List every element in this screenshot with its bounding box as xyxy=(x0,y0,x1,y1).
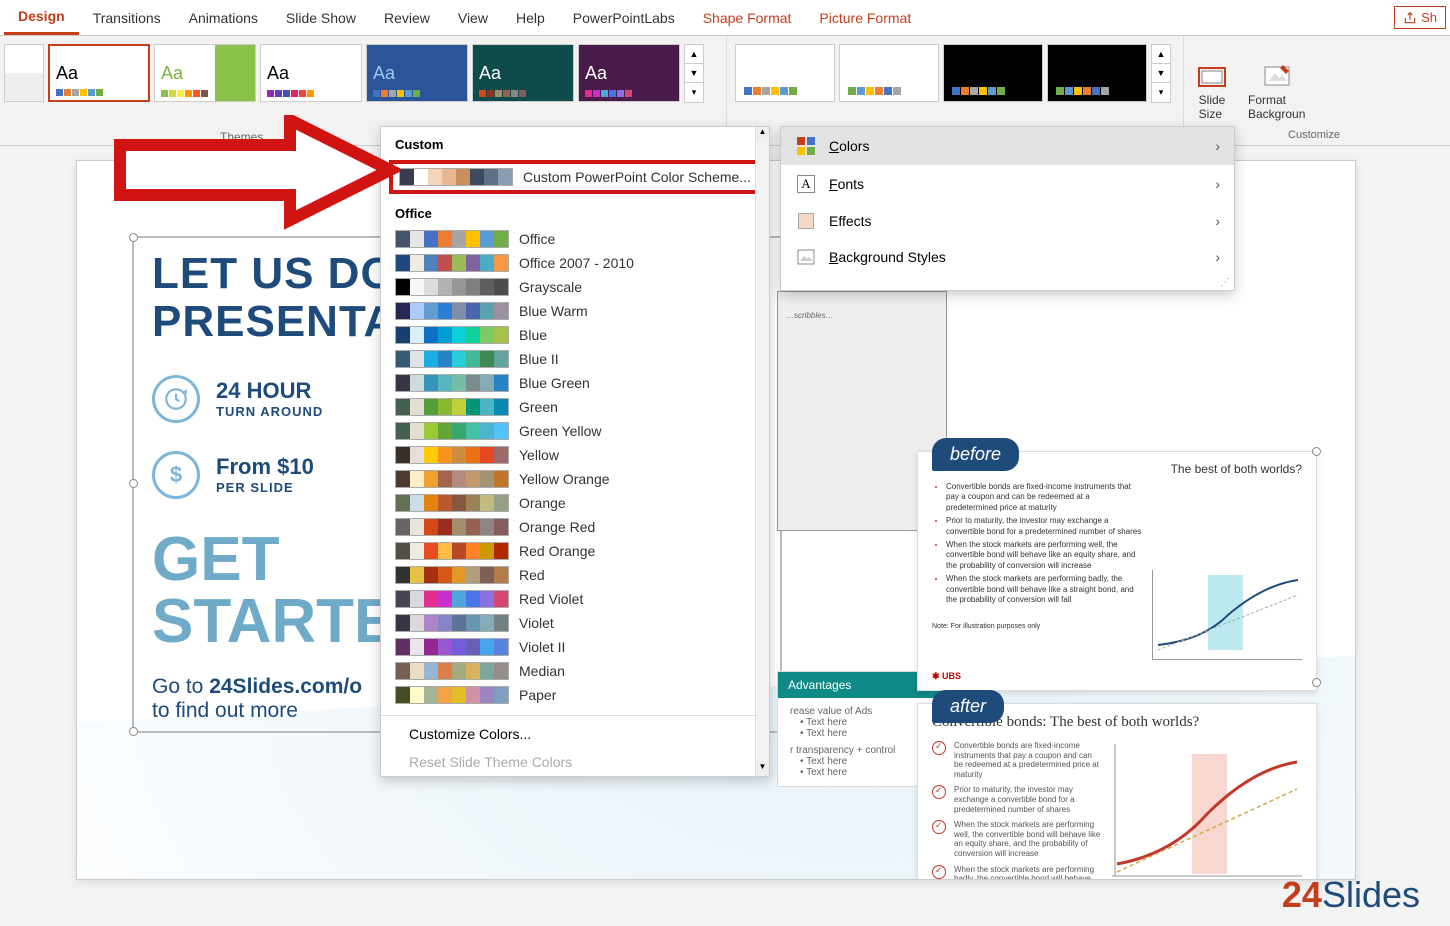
variants-more[interactable]: ▾ xyxy=(1152,83,1170,102)
color-scheme-red-violet[interactable]: Red Violet xyxy=(381,587,769,611)
color-scheme-orange[interactable]: Orange xyxy=(381,491,769,515)
reset-theme-colors: Reset Slide Theme Colors xyxy=(381,748,769,776)
tab-view[interactable]: View xyxy=(444,2,502,34)
share-button[interactable]: Sh xyxy=(1394,6,1446,29)
tab-slideshow[interactable]: Slide Show xyxy=(272,2,370,34)
selection-handle[interactable] xyxy=(1312,447,1321,456)
chevron-right-icon: › xyxy=(1215,138,1220,154)
color-scheme-yellow[interactable]: Yellow xyxy=(381,443,769,467)
color-scheme-red[interactable]: Red xyxy=(381,563,769,587)
after-card[interactable]: after Convertible bonds: The best of bot… xyxy=(917,703,1317,880)
tab-help[interactable]: Help xyxy=(502,2,559,34)
theme-thumb-partial[interactable] xyxy=(4,44,44,102)
slide-size-icon xyxy=(1196,61,1228,93)
color-scheme-blue-warm[interactable]: Blue Warm xyxy=(381,299,769,323)
color-scheme-blue-ii[interactable]: Blue II xyxy=(381,347,769,371)
variants-bg-styles[interactable]: Background Styles › xyxy=(781,239,1234,275)
dollar-icon: $ xyxy=(152,451,200,499)
annotation-arrow xyxy=(110,115,400,235)
format-background-button[interactable]: Format Backgroun xyxy=(1248,61,1305,121)
variants-scroll-down[interactable]: ▼ xyxy=(1152,64,1170,83)
color-scheme-office-2007-2010[interactable]: Office 2007 - 2010 xyxy=(381,251,769,275)
variants-scroll-up[interactable]: ▲ xyxy=(1152,45,1170,64)
themes-scroll-down[interactable]: ▼ xyxy=(685,64,703,83)
themes-scroll-up[interactable]: ▲ xyxy=(685,45,703,64)
before-chart xyxy=(1152,570,1302,660)
tab-pptlabs[interactable]: PowerPointLabs xyxy=(559,2,689,34)
color-scheme-orange-red[interactable]: Orange Red xyxy=(381,515,769,539)
color-scheme-menu: ▲ ▼ Custom Custom PowerPoint Color Schem… xyxy=(380,126,770,777)
theme-thumb-1[interactable]: Aa xyxy=(48,44,150,102)
variant-3[interactable] xyxy=(943,44,1043,102)
variants-effects[interactable]: Effects › xyxy=(781,203,1234,239)
variant-2[interactable] xyxy=(839,44,939,102)
slide-size-button[interactable]: Slide Size xyxy=(1196,61,1228,121)
variants-fonts[interactable]: A Fonts › xyxy=(781,165,1234,203)
chevron-right-icon: › xyxy=(1215,249,1220,265)
color-scheme-green-yellow[interactable]: Green Yellow xyxy=(381,419,769,443)
tab-shape-format[interactable]: Shape Format xyxy=(689,2,806,34)
color-scheme-violet-ii[interactable]: Violet II xyxy=(381,635,769,659)
variants-scroll: ▲ ▼ ▾ xyxy=(1151,44,1171,103)
24slides-logo: 24Slides xyxy=(1282,874,1420,916)
colors-icon xyxy=(797,137,815,155)
color-scheme-yellow-orange[interactable]: Yellow Orange xyxy=(381,467,769,491)
before-badge: before xyxy=(932,438,1019,471)
selection-handle[interactable] xyxy=(129,479,138,488)
custom-section: Custom xyxy=(381,127,769,158)
theme-thumb-3[interactable]: Aa xyxy=(260,44,362,102)
chevron-right-icon: › xyxy=(1215,176,1220,192)
before-card[interactable]: before The best of both worlds? Converti… xyxy=(917,451,1317,691)
customize-label: Customize xyxy=(1288,129,1340,141)
after-badge: after xyxy=(932,690,1004,723)
color-scheme-blue[interactable]: Blue xyxy=(381,323,769,347)
before-bullets: Convertible bonds are fixed-income instr… xyxy=(932,482,1142,605)
chevron-right-icon: › xyxy=(1215,213,1220,229)
color-scheme-blue-green[interactable]: Blue Green xyxy=(381,371,769,395)
fonts-icon: A xyxy=(797,175,814,193)
clock-icon xyxy=(152,375,200,423)
effects-icon xyxy=(798,213,814,229)
scroll-down-icon[interactable]: ▼ xyxy=(756,762,769,776)
after-bullets: Convertible bonds are fixed-income instr… xyxy=(932,741,1102,880)
themes-scroll: ▲ ▼ ▾ xyxy=(684,44,704,103)
tab-design[interactable]: Design xyxy=(4,0,79,35)
theme-thumb-6[interactable]: Aa xyxy=(578,44,680,102)
tab-review[interactable]: Review xyxy=(370,2,444,34)
color-scheme-red-orange[interactable]: Red Orange xyxy=(381,539,769,563)
tab-picture-format[interactable]: Picture Format xyxy=(805,2,925,34)
theme-thumb-2[interactable]: Aa xyxy=(154,44,256,102)
tab-animations[interactable]: Animations xyxy=(175,2,272,34)
color-scheme-median[interactable]: Median xyxy=(381,659,769,683)
ribbon-tabs: Design Transitions Animations Slide Show… xyxy=(0,0,1450,36)
color-scheme-office[interactable]: Office xyxy=(381,227,769,251)
customize-colors[interactable]: Customize Colors... xyxy=(381,720,769,748)
scroll-up-icon[interactable]: ▲ xyxy=(756,127,769,141)
office-section: Office xyxy=(381,196,769,227)
variants-colors[interactable]: Colors › xyxy=(781,127,1234,165)
color-menu-scrollbar[interactable]: ▲ ▼ xyxy=(755,127,769,776)
themes-more[interactable]: ▾ xyxy=(685,83,703,102)
share-icon xyxy=(1403,11,1417,25)
color-scheme-grayscale[interactable]: Grayscale xyxy=(381,275,769,299)
color-scheme-green[interactable]: Green xyxy=(381,395,769,419)
bg-styles-icon xyxy=(797,249,815,265)
color-scheme-violet[interactable]: Violet xyxy=(381,611,769,635)
theme-thumb-4[interactable]: Aa xyxy=(366,44,468,102)
resize-grip[interactable]: ⋰ xyxy=(781,275,1234,290)
tab-transitions[interactable]: Transitions xyxy=(79,2,175,34)
theme-thumb-5[interactable]: Aa xyxy=(472,44,574,102)
selection-handle[interactable] xyxy=(129,727,138,736)
ubs-logo: ✱ UBS xyxy=(932,671,961,682)
variant-1[interactable] xyxy=(735,44,835,102)
color-scheme-paper[interactable]: Paper xyxy=(381,683,769,707)
variant-4[interactable] xyxy=(1047,44,1147,102)
custom-scheme-highlighted[interactable]: Custom PowerPoint Color Scheme... xyxy=(389,160,761,194)
format-bg-icon xyxy=(1261,61,1293,93)
variants-dropdown: Colors › A Fonts › Effects › Background … xyxy=(780,126,1235,291)
after-chart xyxy=(1112,744,1302,880)
